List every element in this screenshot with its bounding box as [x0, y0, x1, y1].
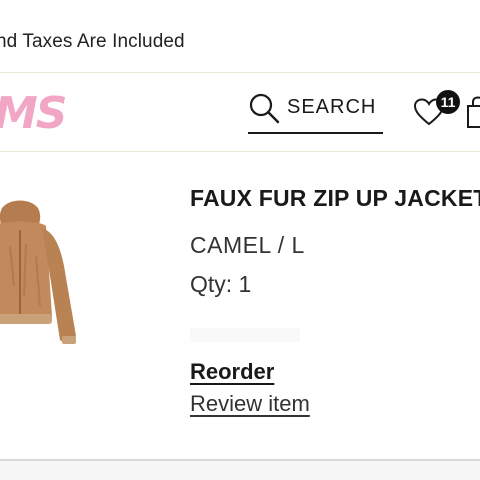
product-quantity: Qty: 1 — [190, 271, 252, 297]
promo-banner: nd Taxes Are Included — [0, 0, 480, 72]
product-title[interactable]: FAUX FUR ZIP UP JACKET — [190, 185, 480, 212]
faded-placeholder — [190, 328, 300, 342]
reorder-link[interactable]: Reorder — [190, 359, 274, 385]
wishlist-count-badge: 11 — [436, 90, 460, 114]
review-item-link[interactable]: Review item — [190, 391, 310, 417]
brand-logo[interactable]: MS — [0, 88, 67, 139]
site-header — [0, 73, 480, 151]
header-divider — [0, 151, 480, 152]
search-icon — [249, 93, 280, 124]
wishlist-button[interactable]: 11 — [412, 90, 462, 132]
banner-text: nd Taxes Are Included — [0, 31, 185, 52]
product-image[interactable] — [0, 196, 90, 361]
page: nd Taxes Are Included MS SEARCH 11 FAUX … — [0, 0, 480, 480]
bag-icon[interactable] — [466, 96, 480, 128]
search-button[interactable]: SEARCH — [248, 90, 383, 134]
footer-area — [0, 461, 480, 480]
product-variant: CAMEL / L — [190, 232, 305, 258]
search-label: SEARCH — [287, 96, 377, 118]
